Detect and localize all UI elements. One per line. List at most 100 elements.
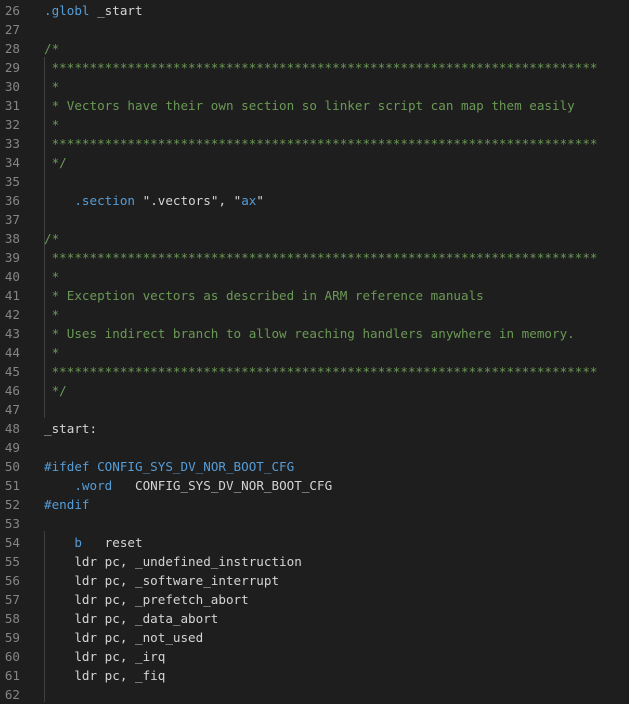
code-line[interactable]: 51 .word CONFIG_SYS_DV_NOR_BOOT_CFG [0, 476, 629, 495]
line-code: * [44, 343, 60, 362]
line-code: * [44, 115, 60, 134]
line-number: 49 [4, 440, 20, 455]
line-number: 36 [4, 193, 20, 208]
line-number: 37 [4, 212, 20, 227]
line-code: ldr pc, _software_interrupt [44, 571, 279, 590]
line-number: 50 [4, 459, 20, 474]
code-token: /* [44, 41, 60, 56]
code-line[interactable]: 60 ldr pc, _irq [0, 647, 629, 666]
code-line[interactable]: 40 * [0, 267, 629, 286]
code-line[interactable]: 46 */ [0, 381, 629, 400]
code-line[interactable]: 53 [0, 514, 629, 533]
code-token: ****************************************… [44, 364, 598, 379]
code-line[interactable]: 33 *************************************… [0, 134, 629, 153]
code-line[interactable]: 31 * Vectors have their own section so l… [0, 96, 629, 115]
code-line[interactable]: 44 * [0, 343, 629, 362]
code-token: * [44, 117, 60, 132]
line-number: 54 [4, 535, 20, 550]
line-code: * [44, 77, 60, 96]
line-code: ldr pc, _data_abort [44, 609, 218, 628]
line-number: 61 [4, 668, 20, 683]
code-line[interactable]: 62 [0, 685, 629, 704]
code-token: * Vectors have their own section so link… [44, 98, 575, 113]
code-line[interactable]: 37 [0, 210, 629, 229]
code-line[interactable]: 41 * Exception vectors as described in A… [0, 286, 629, 305]
line-number: 29 [4, 60, 20, 75]
code-token: ldr pc, _not_used [44, 630, 204, 645]
code-editor[interactable]: 26 .globl _start 27 28/* 29 ****************… [0, 0, 629, 702]
line-code: ****************************************… [44, 248, 598, 267]
code-line[interactable]: 47 [0, 400, 629, 419]
code-line[interactable]: 49 [0, 438, 629, 457]
code-line[interactable]: 50 #ifdef CONFIG_SYS_DV_NOR_BOOT_CFG [0, 457, 629, 476]
code-token: " [135, 193, 151, 208]
line-number: 46 [4, 383, 20, 398]
code-line[interactable]: 43 * Uses indirect branch to allow reach… [0, 324, 629, 343]
code-token: * Exception vectors as described in ARM … [44, 288, 484, 303]
code-line[interactable]: 26 .globl _start [0, 1, 629, 20]
line-code: ****************************************… [44, 58, 598, 77]
line-number: 35 [4, 174, 20, 189]
line-code: * Vectors have their own section so link… [44, 96, 575, 115]
code-line[interactable]: 58 ldr pc, _data_abort [0, 609, 629, 628]
code-line[interactable]: 48 _start: [0, 419, 629, 438]
line-number: 51 [4, 478, 20, 493]
code-line[interactable]: 27 [0, 20, 629, 39]
code-line[interactable]: 38 /* [0, 229, 629, 248]
line-code: * [44, 267, 60, 286]
code-token: ", " [210, 193, 242, 208]
line-code: */ [44, 153, 67, 172]
line-number: 38 [4, 231, 20, 246]
line-number: 39 [4, 250, 20, 265]
code-line[interactable]: 45 *************************************… [0, 362, 629, 381]
line-number: 45 [4, 364, 20, 379]
line-number: 30 [4, 79, 20, 94]
code-token: " [256, 193, 264, 208]
code-line[interactable]: 57 ldr pc, _prefetch_abort [0, 590, 629, 609]
code-token: .section [74, 193, 136, 208]
line-number: 47 [4, 402, 20, 417]
line-number: 62 [4, 687, 20, 702]
code-line[interactable]: 28 /* [0, 39, 629, 58]
code-line[interactable]: 32 * [0, 115, 629, 134]
line-code: ldr pc, _not_used [44, 628, 203, 647]
code-line[interactable]: 29 *************************************… [0, 58, 629, 77]
code-line[interactable]: 55 ldr pc, _undefined_instruction [0, 552, 629, 571]
code-token: ****************************************… [44, 250, 598, 265]
code-line[interactable]: 42 * [0, 305, 629, 324]
line-code: ****************************************… [44, 134, 598, 153]
code-line[interactable]: 30 * [0, 77, 629, 96]
line-code: /* [44, 39, 59, 58]
code-token: ldr pc, _software_interrupt [44, 573, 280, 588]
line-number: 32 [4, 117, 20, 132]
line-number: 60 [4, 649, 20, 664]
code-token: */ [44, 383, 67, 398]
code-line[interactable]: 54 b reset [0, 533, 629, 552]
code-token: .word [74, 478, 113, 493]
line-code: ldr pc, _undefined_instruction [44, 552, 301, 571]
code-token: CONFIG_SYS_DV_NOR_BOOT_CFG [112, 478, 333, 493]
line-code: ldr pc, _prefetch_abort [44, 590, 249, 609]
code-line[interactable]: 35 [0, 172, 629, 191]
code-line[interactable]: 34 */ [0, 153, 629, 172]
code-line[interactable]: 36 .section ".vectors", "ax" [0, 191, 629, 210]
code-line[interactable]: 59 ldr pc, _not_used [0, 628, 629, 647]
code-token: ldr pc, _prefetch_abort [44, 592, 249, 607]
code-line[interactable]: 61 ldr pc, _fiq [0, 666, 629, 685]
code-token: _start: [44, 421, 98, 436]
line-number: 40 [4, 269, 20, 284]
code-line[interactable]: 56 ldr pc, _software_interrupt [0, 571, 629, 590]
code-token: */ [44, 155, 67, 170]
line-number: 44 [4, 345, 20, 360]
line-code: .globl _start [44, 1, 143, 20]
line-number: 48 [4, 421, 20, 436]
code-token: ldr pc, _fiq [44, 668, 166, 683]
line-code: * Uses indirect branch to allow reaching… [44, 324, 575, 343]
code-line[interactable]: 39 *************************************… [0, 248, 629, 267]
code-token: .vectors [150, 193, 211, 208]
code-line[interactable]: 52 #endif [0, 495, 629, 514]
code-token: * [44, 307, 60, 322]
